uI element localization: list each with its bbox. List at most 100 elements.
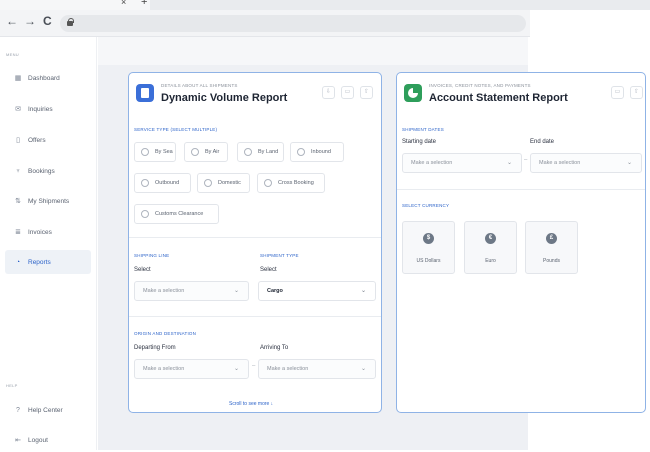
select-placeholder: Make a selection	[143, 366, 185, 372]
offers-icon: ▯	[16, 137, 20, 144]
dollar-coin-icon: $	[423, 233, 434, 244]
shipment-type-select[interactable]: Cargo ⌄	[258, 281, 376, 301]
select-placeholder: Make a selection	[411, 160, 453, 166]
chevron-down-icon: ⌄	[360, 288, 366, 294]
radio-icon	[264, 179, 272, 187]
service-by-sea[interactable]: By Sea	[134, 142, 176, 162]
sidebar-item-inquiries[interactable]: ✉ Inquiries	[5, 97, 91, 121]
sidebar-item-dashboard[interactable]: ▦ Dashboard	[5, 66, 91, 90]
sidebar-item-bookings[interactable]: ♆ Bookings	[5, 159, 91, 183]
service-label: Outbound	[155, 180, 180, 186]
sidebar-item-my-shipments[interactable]: ⇅ My Shipments	[5, 189, 91, 213]
end-date-label: End date	[530, 139, 555, 145]
shipment-dates-section: SHIPMENT DATES	[402, 127, 444, 132]
service-inbound[interactable]: Inbound	[290, 142, 344, 162]
lock-icon	[67, 18, 74, 27]
account-statement-report-card: INVOICES, CREDIT NOTES, AND PAYMENTS Acc…	[396, 72, 646, 413]
chevron-down-icon: ⌄	[233, 288, 239, 294]
service-label: By Air	[205, 149, 220, 155]
sidebar-item-label: Logout	[28, 436, 48, 444]
service-label: By Land	[258, 149, 279, 155]
sidebar-item-invoices[interactable]: ≣ Invoices	[5, 220, 91, 244]
sidebar-item-offers[interactable]: ▯ Offers	[5, 128, 91, 152]
currency-label: US Dollars	[416, 258, 441, 264]
shipping-line-select[interactable]: Make a selection ⌄	[134, 281, 249, 301]
download-icon[interactable]: ⇩	[322, 86, 335, 99]
service-domestic[interactable]: Domestic	[197, 173, 250, 193]
export-icon[interactable]: ⇧	[630, 86, 643, 99]
starting-date-label: Starting date	[402, 139, 437, 145]
departing-from-select[interactable]: Make a selection ⌄	[134, 359, 249, 379]
currency-pounds[interactable]: £ Pounds	[525, 221, 578, 274]
departing-from-label: Departing From	[134, 345, 176, 351]
end-date-select[interactable]: Make a selection ⌄	[530, 153, 642, 173]
service-customs-clearance[interactable]: Customs Clearance	[134, 204, 219, 224]
service-outbound[interactable]: Outbound	[134, 173, 191, 193]
radio-icon	[141, 148, 149, 156]
currency-euro[interactable]: € Euro	[464, 221, 517, 274]
report-document-icon	[136, 84, 154, 102]
service-by-air[interactable]: By Air	[184, 142, 228, 162]
sidebar-item-label: Dashboard	[28, 74, 60, 82]
back-arrow-icon[interactable]: ←	[6, 14, 18, 28]
divider	[129, 316, 381, 317]
range-dash: –	[252, 363, 256, 369]
inquiries-icon: ✉	[15, 106, 21, 113]
radio-icon	[204, 179, 212, 187]
select-placeholder: Make a selection	[267, 366, 309, 372]
divider	[129, 237, 381, 238]
service-cross-booking[interactable]: Cross Booking	[257, 173, 325, 193]
address-bar[interactable]	[60, 15, 526, 32]
service-by-land[interactable]: By Land	[237, 142, 284, 162]
shipments-icon: ⇅	[15, 198, 21, 205]
calendar-icon[interactable]: ▭	[341, 86, 354, 99]
browser-tab[interactable]	[0, 0, 150, 10]
origin-destination-section: ORIGIN AND DESTINATION	[134, 331, 197, 336]
arriving-to-select[interactable]: Make a selection ⌄	[258, 359, 376, 379]
reports-icon: ◔	[15, 258, 21, 266]
service-label: Customs Clearance	[155, 211, 204, 217]
chevron-down-icon: ⌄	[626, 160, 632, 166]
currency-label: Pounds	[543, 258, 560, 264]
bookings-icon: ♆	[15, 167, 21, 175]
currency-us-dollars[interactable]: $ US Dollars	[402, 221, 455, 274]
sidebar-item-label: My Shipments	[28, 197, 70, 205]
radio-icon	[141, 210, 149, 218]
select-placeholder: Make a selection	[143, 288, 185, 294]
logout-icon: ⇤	[15, 437, 21, 444]
export-icon[interactable]: ⇧	[360, 86, 373, 99]
radio-icon	[191, 148, 199, 156]
shipping-line-section: SHIPPING LINE	[134, 253, 170, 258]
chevron-down-icon: ⌄	[360, 366, 366, 372]
shipment-type-label: Select	[260, 267, 277, 273]
forward-arrow-icon[interactable]: →	[24, 14, 36, 28]
sidebar-item-logout[interactable]: ⇤ Logout	[5, 428, 91, 452]
sidebar-item-label: Bookings	[28, 167, 55, 175]
select-currency-section: SELECT CURRENCY	[402, 203, 450, 208]
card-title: Dynamic Volume Report	[161, 92, 288, 104]
sidebar-item-label: Offers	[28, 136, 46, 144]
statement-chart-icon	[404, 84, 422, 102]
chevron-down-icon: ⌄	[506, 160, 512, 166]
sidebar-item-help-center[interactable]: ? Help Center	[5, 398, 91, 422]
scroll-to-see-more[interactable]: Scroll to see more ↓	[229, 401, 273, 407]
card-subtitle: DETAILS ABOUT ALL SHIPMENTS	[161, 83, 238, 88]
dashboard-icon: ▦	[14, 75, 22, 82]
service-label: By Sea	[155, 149, 173, 155]
pound-coin-icon: £	[546, 233, 557, 244]
tab-close-icon[interactable]: ×	[121, 0, 126, 7]
calendar-icon[interactable]: ▭	[611, 86, 624, 99]
reload-icon[interactable]: C	[43, 14, 52, 28]
help-section-label: HELP	[6, 383, 18, 388]
starting-date-select[interactable]: Make a selection ⌄	[402, 153, 522, 173]
euro-coin-icon: €	[485, 233, 496, 244]
toolbar-blank-area	[530, 10, 650, 37]
select-value: Cargo	[267, 288, 283, 294]
new-tab-icon[interactable]: +	[141, 0, 147, 8]
invoices-icon: ≣	[15, 229, 21, 236]
help-icon: ?	[16, 406, 20, 414]
sidebar-item-label: Invoices	[28, 228, 52, 236]
radio-icon	[244, 148, 252, 156]
sidebar-item-reports[interactable]: ◔ Reports	[5, 250, 91, 274]
service-label: Domestic	[218, 180, 241, 186]
